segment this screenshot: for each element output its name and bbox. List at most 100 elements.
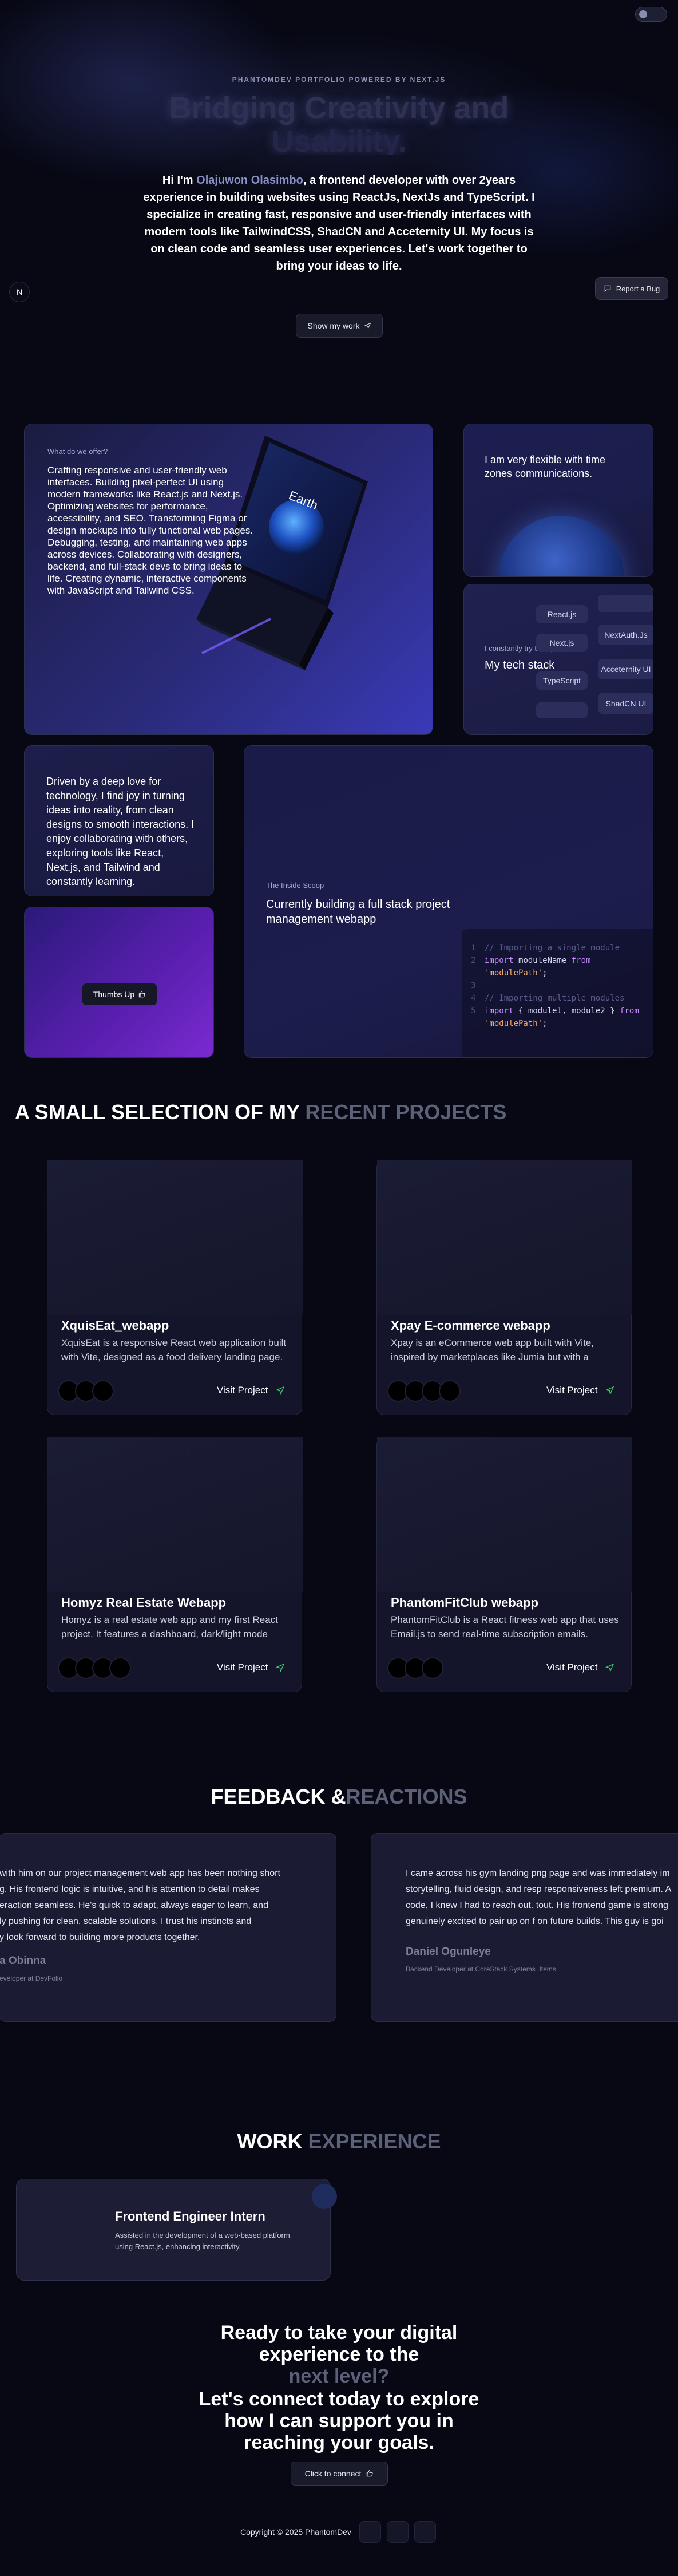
testimonial-quote: I came across his gym landing png page a… [406,1866,671,1930]
github-icon[interactable] [359,2521,381,2543]
cta-line-muted: next level? [288,2365,390,2387]
tech-logo-icon [92,1380,114,1402]
nextjs-badge[interactable]: N [9,282,30,302]
intro-prefix: Hi I'm [162,174,197,187]
project-card[interactable]: XquisEat_webapp XquisEat is a responsive … [47,1160,303,1415]
quote-line: ly pushing for clean, scalable solutions… [0,1917,252,1926]
passion-card: Driven by a deep love for technology, I … [24,745,214,896]
project-title: PhantomFitClub webapp [391,1595,538,1610]
offer-text: Crafting responsive and user-friendly we… [47,465,253,596]
code-token: import [485,1006,519,1016]
tech-pill: NextAuth.Js [598,625,653,645]
project-card[interactable]: PhantomFitClub webapp PhantomFitClub is a… [376,1437,632,1692]
scoop-title: Currently building a full stack project … [266,898,450,926]
visit-project-label: Visit Project [546,1385,598,1396]
projects-title-muted: RECENT PROJECTS [305,1100,507,1124]
thumbs-up-icon [367,2470,373,2477]
cta-heading: Ready to take your digital experience to… [0,2322,678,2387]
testimonial-name: a Obinna [0,1955,46,1967]
testimonial-role: Backend Developer at CoreStack Systems .… [406,1965,556,1973]
line-number: 1 [471,943,476,953]
visit-project-link[interactable]: Visit Project [546,1385,614,1396]
show-my-work-button[interactable]: Show my work [296,314,383,338]
code-line: 4 // Importing multiple modules [471,992,653,1005]
nextjs-badge-letter: N [16,287,23,297]
testimonial-quote: with him on our project management web a… [0,1866,280,1946]
show-my-work-label: Show my work [307,321,360,330]
experience-thumbnail [312,2184,337,2209]
intro-rest: , a frontend developer with over 2years … [143,174,535,272]
thumbs-up-label: Thumbs Up [93,990,135,999]
code-line: 2 import moduleName from [471,954,653,967]
tech-logo-icon [439,1380,461,1402]
quote-line: eraction seamless. He's quick to adapt, … [0,1901,268,1910]
cta-line: experience to the [259,2344,419,2365]
experience-title-main: WORK [237,2129,308,2153]
cta-line: how I can support you in [224,2410,454,2432]
cta-subheading: Let's connect today to explore how I can… [0,2388,678,2453]
project-tech-icons [387,1657,443,1679]
linkedin-icon[interactable] [414,2521,436,2543]
visit-project-link[interactable]: Visit Project [546,1662,614,1673]
quote-line: g. His frontend logic is intuitive, and … [0,1884,260,1894]
visit-project-label: Visit Project [546,1662,598,1673]
cta-line: reaching your goals. [244,2432,434,2453]
code-line: 5 import { module1, module2 } from [471,1005,653,1017]
projects-title-main: A SMALL SELECTION OF MY [15,1100,306,1124]
project-card[interactable]: Homyz Real Estate Webapp Homyz is a real … [47,1437,303,1692]
tech-pill: TypeScript [536,671,588,690]
tech-pill [598,595,653,612]
line-number: 5 [471,1006,476,1016]
report-bug-button[interactable]: Report a Bug [595,277,668,300]
code-line: 'modulePath'; [471,967,653,979]
line-number: 4 [471,994,476,1003]
send-icon [605,1663,614,1672]
code-line: 1 // Importing a single module [471,942,653,954]
project-title: XquisEat_webapp [61,1318,169,1333]
feedback-section-title: FEEDBACK &REACTIONS [0,1785,678,1809]
visit-project-link[interactable]: Visit Project [217,1662,285,1673]
theme-toggle-knob [639,10,647,18]
footer-copyright: Copyright © 2025 PhantomDev [240,2527,351,2537]
hero-title-line1: Bridging Creativity and [169,92,509,125]
code-token: from [571,956,591,965]
offer-eyebrow: What do we offer? [47,447,108,456]
connect-button[interactable]: Click to connect [291,2462,388,2486]
intro-name: Olajuwon Olasimbo [196,174,303,187]
twitter-icon[interactable] [387,2521,409,2543]
project-tech-icons [58,1380,114,1402]
line-number [471,967,485,979]
project-card[interactable]: Xpay E-commerce webapp Xpay is an eCommer… [376,1160,632,1415]
hero-intro: Hi I'm Olajuwon Olasimbo, a frontend dev… [143,172,535,275]
code-line: 'modulePath'; [471,1017,653,1030]
project-image [47,1160,303,1315]
projects-section-title: A SMALL SELECTION OF MY RECENT PROJECTS [15,1100,530,1124]
inside-scoop-card: The Inside Scoop Currently building a fu… [244,745,653,1058]
line-number: 2 [471,956,476,965]
project-tech-icons [387,1380,461,1402]
tech-logo-icon [422,1657,443,1679]
project-description: Xpay is an eCommerce web app built with … [391,1337,594,1362]
code-token: import [485,956,519,965]
experience-card: Frontend Engineer Intern Assisted in the… [16,2179,337,2281]
timezone-text: I am very flexible with time zones commu… [485,454,606,479]
send-icon [276,1386,285,1395]
code-snippet: 1 // Importing a single module 2 import mod… [462,929,653,1057]
theme-toggle[interactable] [635,7,667,22]
tech-pill: React.js [536,605,588,623]
code-token: 'modulePath' [485,1019,543,1028]
project-tech-icons [58,1657,131,1679]
line-number [471,1017,485,1030]
quote-line: with him on our project management web a… [0,1868,280,1878]
thumbs-up-button[interactable]: Thumbs Up [82,983,157,1006]
thumbs-up-card: Thumbs Up [24,907,214,1058]
project-description: Homyz is a real estate web app and my fi… [61,1614,278,1639]
line-number: 3 [471,981,476,990]
feedback-title-muted: REACTIONS [346,1785,467,1808]
visit-project-link[interactable]: Visit Project [217,1385,285,1396]
passion-text: Driven by a deep love for technology, I … [46,776,195,887]
feedback-title-main: FEEDBACK & [211,1785,346,1808]
quote-line: storytelling, fluid design, and resp res… [406,1884,672,1894]
send-icon [364,322,371,329]
hero-eyebrow: PHANTOMDEV PORTFOLIO POWERED BY NEXT.JS [232,76,446,84]
